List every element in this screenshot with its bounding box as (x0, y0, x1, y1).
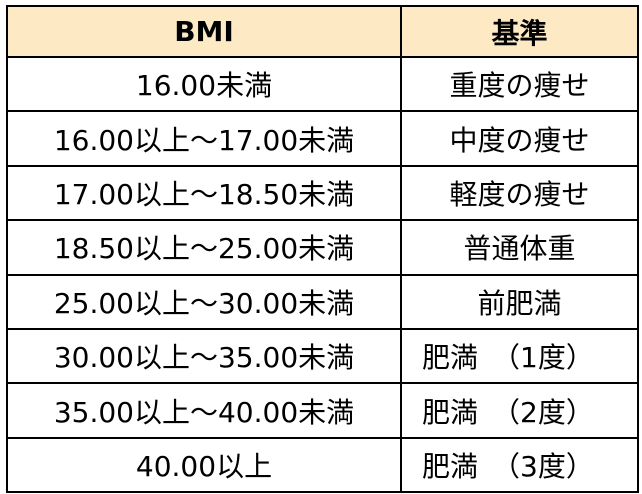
criteria-cell: 前肥満 (400, 273, 639, 330)
table-row: 35.00以上～40.00未満 肥満 （2度） (6, 382, 639, 439)
table-row: 17.00以上～18.50未満 軽度の痩せ (6, 164, 639, 222)
criteria-cell: 普通体重 (400, 219, 639, 276)
table-row: 30.00以上～35.00未満 肥満 （1度） (6, 327, 639, 385)
header-bmi: BMI (6, 5, 402, 58)
table-row: 40.00以上 肥満 （3度） (6, 436, 639, 494)
criteria-cell: 肥満 （1度） (400, 327, 639, 385)
bmi-range-cell: 16.00以上～17.00未満 (6, 110, 402, 167)
bmi-range-cell: 17.00以上～18.50未満 (6, 164, 402, 222)
criteria-cell: 軽度の痩せ (400, 164, 639, 222)
bmi-range-cell: 40.00以上 (6, 436, 402, 494)
header-criteria: 基準 (400, 5, 639, 58)
table-row: 16.00以上～17.00未満 中度の痩せ (6, 110, 639, 167)
criteria-cell: 重度の痩せ (400, 55, 639, 113)
bmi-range-cell: 35.00以上～40.00未満 (6, 382, 402, 439)
bmi-range-cell: 18.50以上～25.00未満 (6, 219, 402, 276)
table-row: 16.00未満 重度の痩せ (6, 55, 639, 113)
criteria-cell: 肥満 （3度） (400, 436, 639, 494)
bmi-range-cell: 25.00以上～30.00未満 (6, 273, 402, 330)
bmi-range-cell: 30.00以上～35.00未満 (6, 327, 402, 385)
criteria-cell: 中度の痩せ (400, 110, 639, 167)
table-row: 18.50以上～25.00未満 普通体重 (6, 219, 639, 276)
bmi-range-cell: 16.00未満 (6, 55, 402, 113)
table-row: 25.00以上～30.00未満 前肥満 (6, 273, 639, 330)
bmi-table: BMI 基準 16.00未満 重度の痩せ 16.00以上～17.00未満 中度の… (6, 5, 639, 494)
criteria-cell: 肥満 （2度） (400, 382, 639, 439)
header-row: BMI 基準 (6, 5, 639, 58)
